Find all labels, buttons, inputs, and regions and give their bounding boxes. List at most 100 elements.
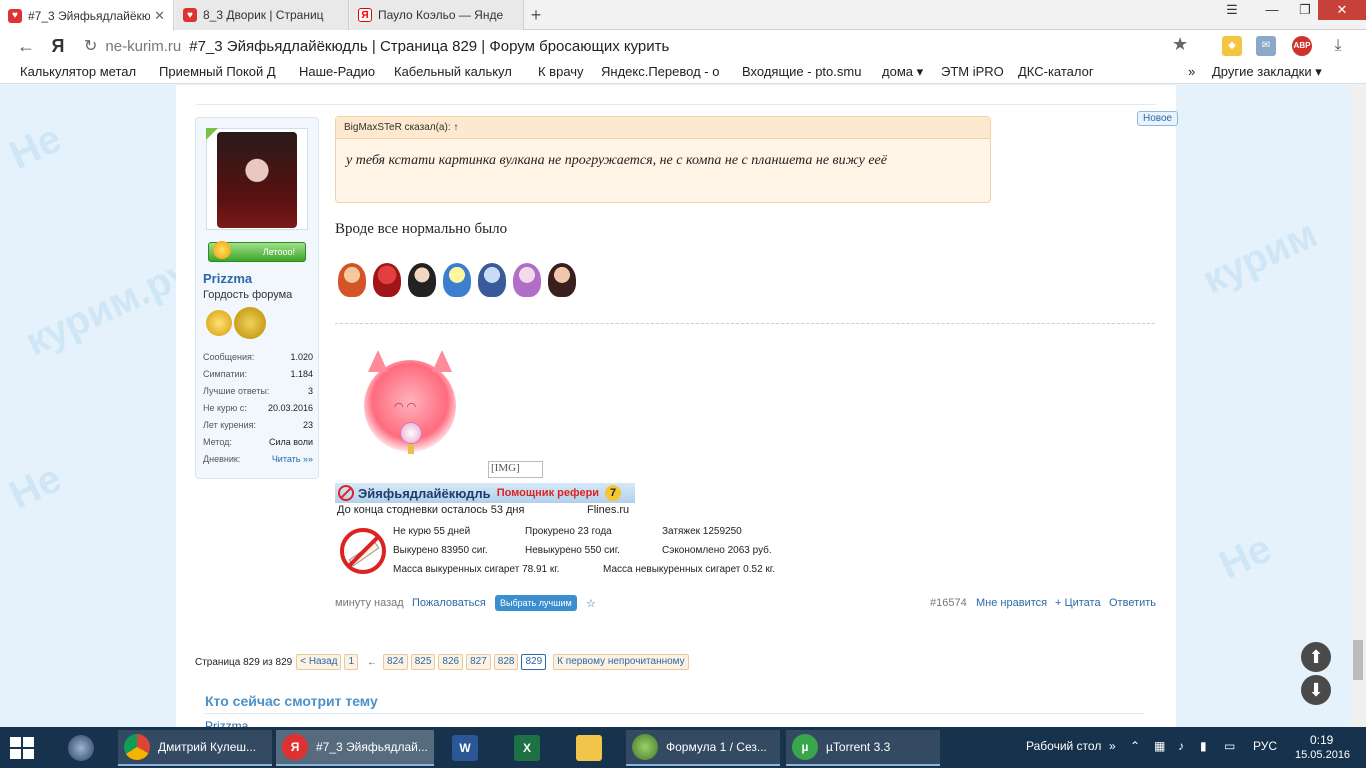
page-button[interactable]: 825 <box>410 654 436 670</box>
quit-counter-banner[interactable]: Эйяфьядлайёкюдль Помощник рефери 7 <box>335 483 635 503</box>
mail-icon[interactable]: ✉ <box>1256 36 1276 56</box>
stat-smoked-cigs: Выкурено 83950 сиг. <box>393 545 488 556</box>
windows-start-icon[interactable] <box>10 737 34 759</box>
yandex-logo-icon[interactable]: Я <box>46 34 70 58</box>
flines-link[interactable]: Flines.ru <box>587 504 629 516</box>
tab-yandex[interactable]: Я Пауло Коэльо — Янде <box>350 0 524 30</box>
no-smoking-icon <box>338 485 354 501</box>
bookmark-item[interactable]: Входящие - pto.smu <box>742 64 868 79</box>
bookmark-item[interactable]: Калькулятор метал <box>20 64 146 79</box>
folder-icon <box>576 735 602 761</box>
tray-expand-icon[interactable]: » <box>1109 739 1116 753</box>
diary-link[interactable]: Читать »» <box>272 454 313 464</box>
broken-image: [IMG] <box>488 461 543 478</box>
close-tab-icon[interactable]: ✕ <box>154 8 165 24</box>
best-answer-button[interactable]: Выбрать лучшим <box>495 595 577 611</box>
bookmark-item[interactable]: Яндекс.Перевод - о <box>601 64 727 79</box>
tray-chevron-icon[interactable]: ⌃ <box>1130 739 1140 753</box>
catwoman-smiley-icon <box>408 263 436 297</box>
prev-page-button[interactable]: < Назад <box>296 654 342 670</box>
bookmark-item[interactable]: Кабельный калькул <box>394 64 518 79</box>
clock-time[interactable]: 0:19 <box>1310 733 1333 747</box>
taskbar-item-utorrent[interactable]: µ µTorrent 3.3 <box>786 730 940 766</box>
first-unread-button[interactable]: К первому непрочитанному <box>553 654 689 670</box>
taskbar-excel[interactable]: X <box>508 730 552 766</box>
bookmark-item[interactable]: ДКС-каталог <box>1018 64 1104 79</box>
report-link[interactable]: Пожаловаться <box>412 597 486 609</box>
quote-author[interactable]: BigMaxSTeR сказал(а): ↑ <box>336 117 990 139</box>
taskbar-word[interactable]: W <box>446 730 490 766</box>
bookmarks-more[interactable]: » <box>1188 64 1195 79</box>
adblock-icon[interactable]: ABP <box>1292 36 1312 56</box>
stat-mass-not-smoked: Масса невыкуренных сигарет 0.52 кг. <box>603 564 775 575</box>
extension-icon[interactable]: ◆ <box>1222 36 1242 56</box>
bookmark-item[interactable]: ЭТМ iPRO <box>941 64 1005 79</box>
page-button[interactable]: 827 <box>466 654 491 670</box>
volume-icon[interactable]: ♪ <box>1178 739 1184 753</box>
divider <box>196 104 1156 105</box>
user-stat: Лучшие ответы: 3 <box>203 386 313 396</box>
yandex-browser-icon: Я <box>282 734 308 760</box>
address-bar[interactable]: ↻ ne-kurim.ru #7_3 Эйяфьядлайёкюдль | Ст… <box>84 34 1196 58</box>
f1-icon <box>632 734 658 760</box>
language-indicator[interactable]: РУС <box>1253 739 1277 753</box>
desktop-toolbar-label[interactable]: Рабочий стол <box>1026 739 1101 753</box>
stat-puffs: Затяжек 1259250 <box>662 526 742 537</box>
post-time[interactable]: минуту назад <box>335 597 404 609</box>
quote-text: у тебя кстати картинка вулкана не прогру… <box>346 153 887 168</box>
tab-forum-2[interactable]: ♥ 8_3 Дворик | Страниц <box>175 0 349 30</box>
post-id[interactable]: #16574 <box>930 597 967 609</box>
refresh-icon[interactable]: ↻ <box>84 36 97 56</box>
page-scrollbar[interactable] <box>1350 85 1366 727</box>
taskbar-item-chrome[interactable]: Дмитрий Кулеш... <box>118 730 272 766</box>
taskbar-explorer[interactable] <box>570 730 614 766</box>
bookmarks-bar: Калькулятор метал Приемный Покой Д Наше-… <box>0 62 1366 84</box>
counter-username: Эйяфьядлайёкюдль <box>358 485 491 501</box>
menu-icon[interactable]: ☰ <box>1212 0 1252 20</box>
network-icon[interactable]: ▦ <box>1154 739 1165 753</box>
taskbar-item-formula1[interactable]: Формула 1 / Сез... <box>626 730 780 766</box>
tab-forum-1[interactable]: ♥ #7_3 Эйяфьядлайёкюдль ✕ <box>0 0 174 31</box>
page-info: Страница 829 из 829 <box>195 656 293 668</box>
tab-title: Пауло Коэльо — Янде <box>378 8 504 22</box>
watcher-username[interactable]: Prizzma <box>205 719 248 727</box>
counter-role: Помощник рефери <box>496 487 600 499</box>
battery-icon[interactable]: ▭ <box>1224 739 1235 753</box>
page-button[interactable]: 828 <box>493 654 519 670</box>
reply-link[interactable]: Ответить <box>1109 597 1156 609</box>
username[interactable]: Prizzma <box>203 271 252 286</box>
bookmark-star-icon[interactable]: ★ <box>1172 34 1188 55</box>
bookmark-item[interactable]: К врачу <box>538 64 590 79</box>
page-skip-arrow[interactable]: ← <box>367 657 377 668</box>
page-button[interactable]: 824 <box>383 654 408 670</box>
download-icon[interactable]: ⤓ <box>1328 36 1348 56</box>
bookmark-item[interactable]: Приемный Покой Д <box>159 64 286 79</box>
other-bookmarks[interactable]: Другие закладки ▾ <box>1212 64 1322 80</box>
bookmark-folder[interactable]: дома ▾ <box>882 64 930 80</box>
avatar-image <box>217 132 297 228</box>
stat-not-smoking: Не курю 55 дней <box>393 526 471 537</box>
page-1-button[interactable]: 1 <box>344 654 359 670</box>
page-button[interactable]: 826 <box>438 654 464 670</box>
new-tab-button[interactable]: + <box>526 5 546 25</box>
current-page: 829 <box>521 654 547 670</box>
close-window-icon[interactable]: ✕ <box>1318 0 1366 20</box>
bookmark-item[interactable]: Наше-Радио <box>299 64 383 79</box>
avatar[interactable] <box>206 128 308 230</box>
chrome-icon <box>124 734 150 760</box>
watchers-title: Кто сейчас смотрит тему <box>205 693 378 709</box>
back-arrow-icon[interactable]: ← <box>14 34 38 58</box>
taskbar-item-yandex[interactable]: Я #7_3 Эйяфьядлай... <box>276 730 434 766</box>
taskbar-browser-pinned[interactable] <box>62 730 102 766</box>
quote-link[interactable]: + Цитата <box>1055 597 1101 609</box>
signal-icon[interactable]: ▮ <box>1200 739 1207 753</box>
scroll-up-button[interactable]: ⬆ <box>1301 642 1331 672</box>
background-pattern: курим.ру <box>18 249 199 365</box>
post-message: Вроде все нормально было <box>335 221 508 237</box>
star-icon[interactable]: ☆ <box>586 597 596 610</box>
like-link[interactable]: Мне нравится <box>976 597 1047 609</box>
scrollbar-thumb[interactable] <box>1353 640 1363 680</box>
clock-date[interactable]: 15.05.2016 <box>1295 749 1350 761</box>
signature-separator <box>335 323 1155 324</box>
scroll-down-button[interactable]: ⬇ <box>1301 675 1331 705</box>
